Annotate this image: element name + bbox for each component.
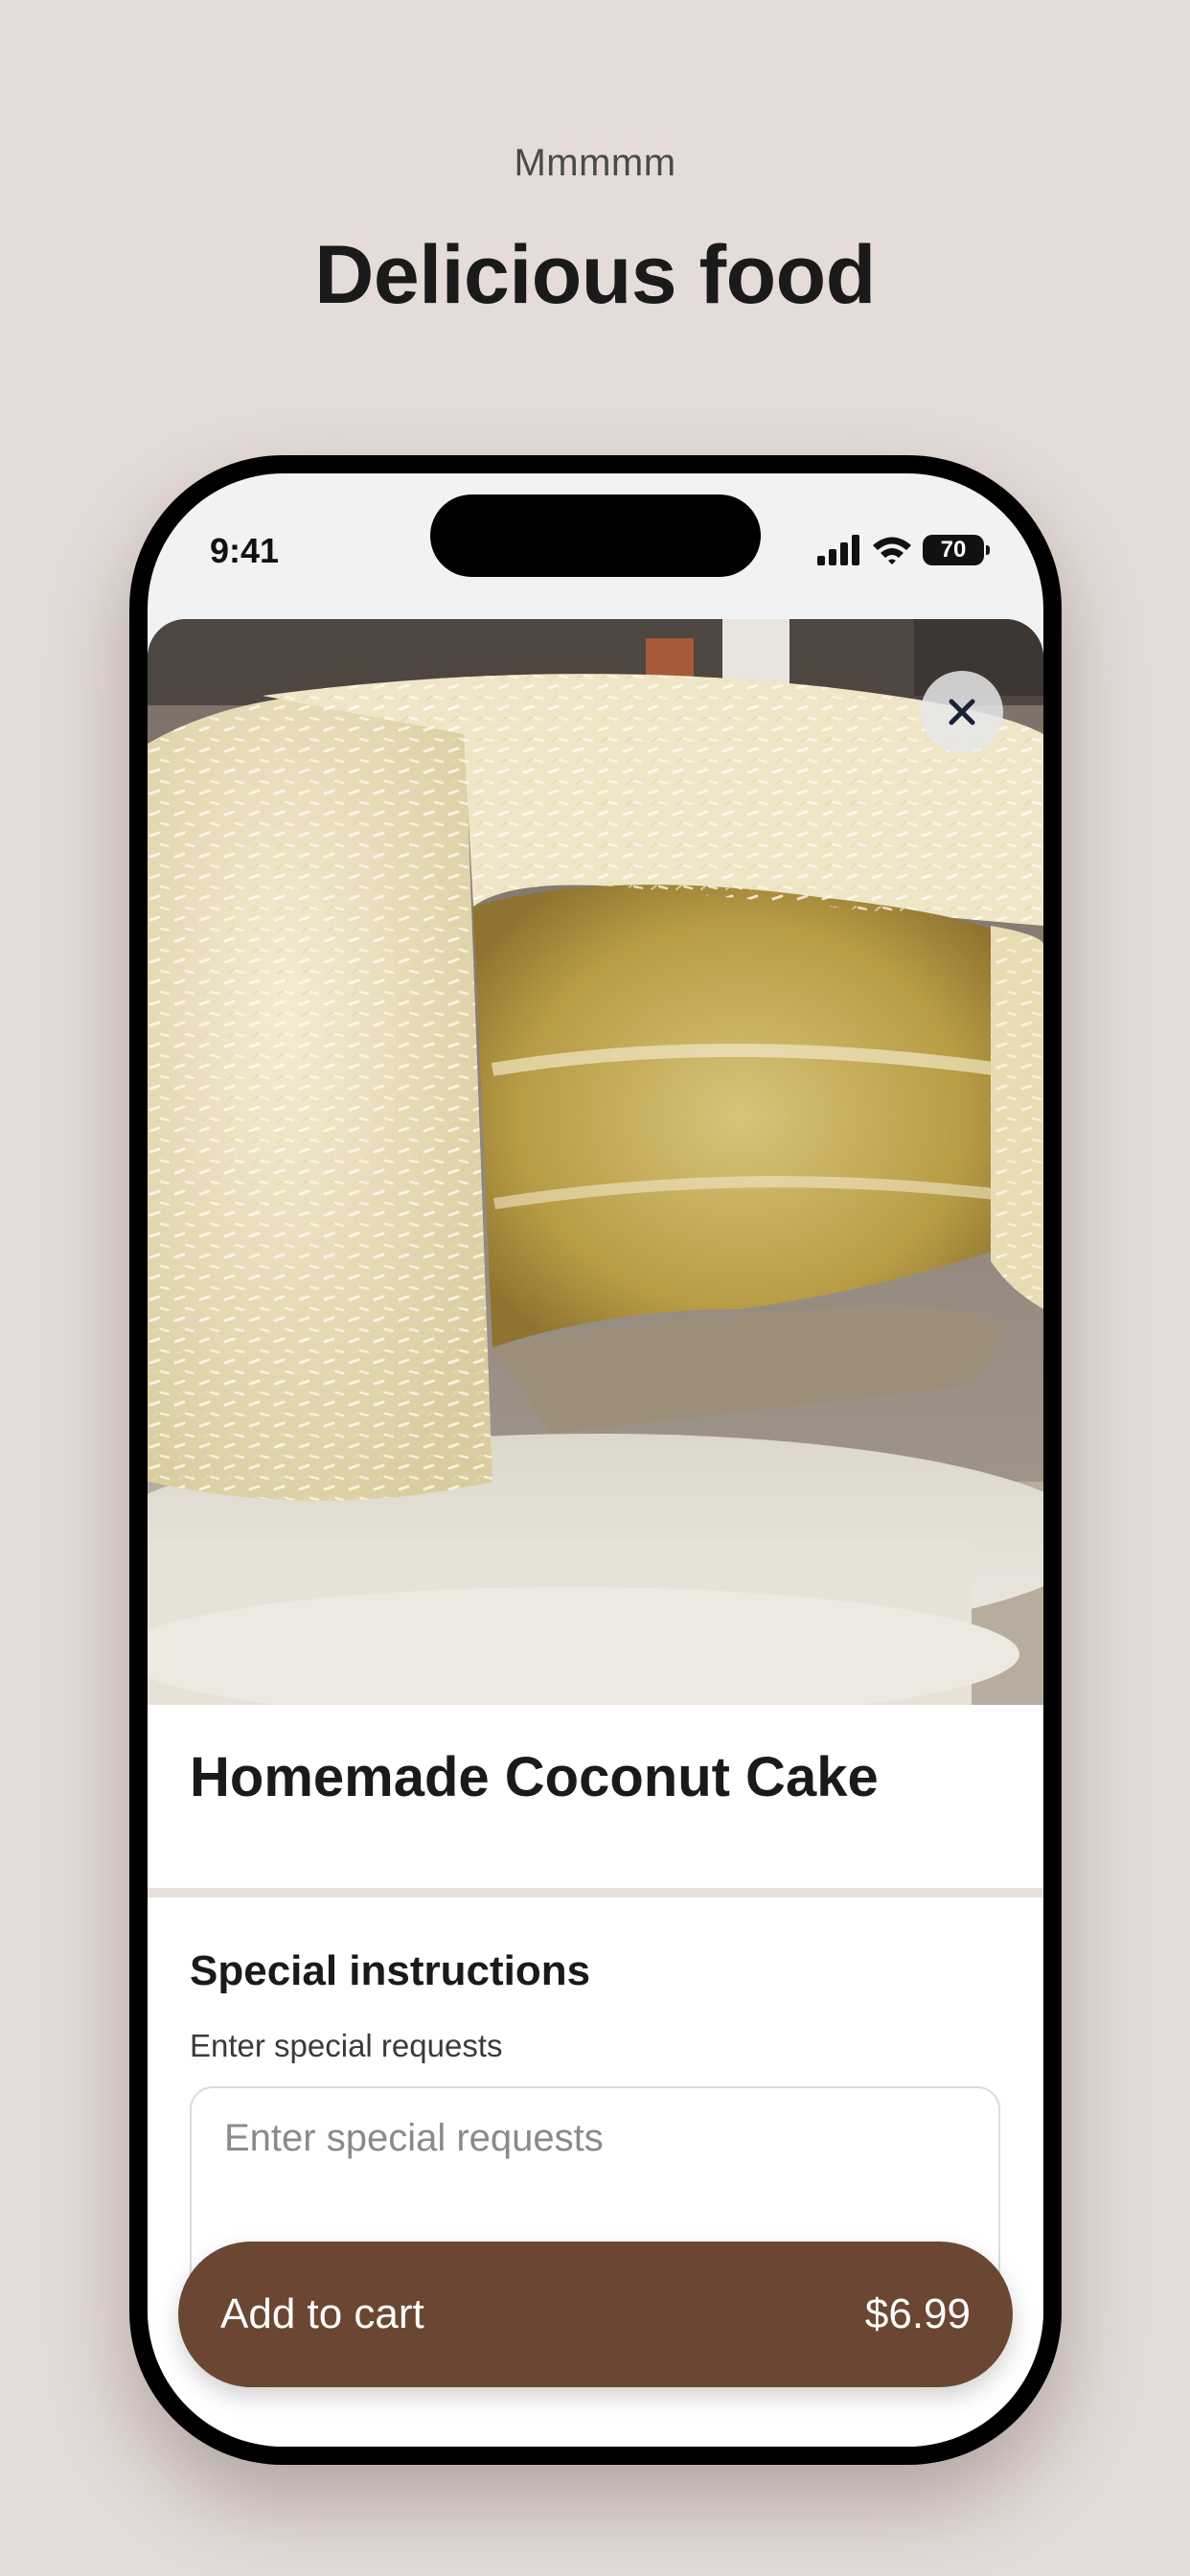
close-icon [949, 699, 975, 725]
battery-icon: 70 [923, 535, 990, 565]
special-instructions-title: Special instructions [190, 1947, 591, 1994]
status-icons: 70 [817, 531, 990, 569]
status-time: 9:41 [210, 531, 280, 570]
eyebrow-text: Mmmmm [514, 142, 676, 184]
page-headline: Delicious food [314, 229, 876, 321]
wifi-icon [873, 537, 911, 564]
close-button[interactable] [921, 671, 1003, 753]
cellular-signal-icon [817, 535, 859, 565]
item-detail-sheet: Homemade Coconut Cake Special instructio… [148, 619, 1043, 2447]
add-to-cart-label: Add to cart [220, 2290, 424, 2337]
special-instructions-subtitle: Enter special requests [190, 2028, 503, 2063]
coconut-cake-photo [148, 619, 1043, 1705]
dynamic-island [430, 494, 761, 577]
add-to-cart-button[interactable]: Add to cart $6.99 [178, 2242, 1013, 2387]
item-title: Homemade Coconut Cake [190, 1746, 879, 1808]
price-label: $6.99 [864, 2290, 971, 2337]
phone-frame: 9:41 70 Homemade Coconut Cake Special in… [129, 455, 1062, 2465]
phone-screen: 9:41 70 Homemade Coconut Cake Special in… [148, 473, 1043, 2447]
input-placeholder: Enter special requests [224, 2117, 604, 2159]
section-divider [148, 1888, 1043, 1898]
